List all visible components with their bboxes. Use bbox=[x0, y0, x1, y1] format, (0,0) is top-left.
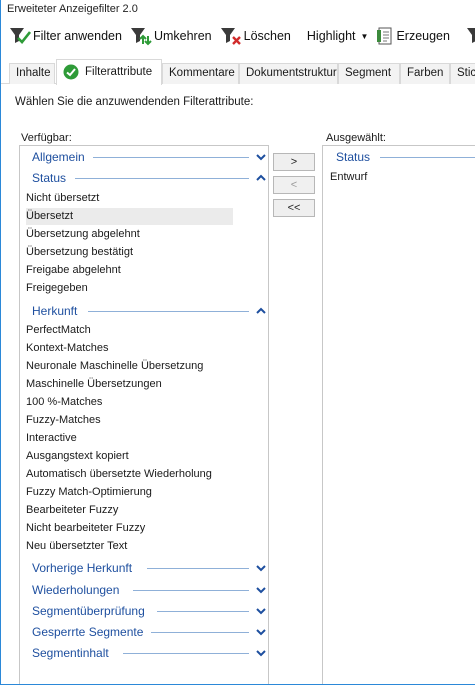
tab-label: Stic bbox=[457, 67, 475, 79]
list-item[interactable]: Fuzzy-Matches bbox=[26, 412, 101, 429]
group-label: Segmentinhalt bbox=[32, 646, 109, 660]
list-item[interactable]: Ausgangstext kopiert bbox=[26, 448, 129, 465]
tab-farben[interactable]: Farben bbox=[400, 63, 450, 84]
filter-invert-icon bbox=[130, 28, 152, 46]
list-item[interactable]: 100 %-Matches bbox=[26, 394, 102, 411]
group-divider bbox=[133, 590, 249, 591]
remove-all-button[interactable]: << bbox=[273, 199, 315, 217]
generate-button[interactable]: Erzeugen bbox=[376, 24, 450, 48]
list-item[interactable]: Neu übersetzter Text bbox=[26, 538, 127, 555]
tab-filterattribute[interactable]: Filterattribute bbox=[56, 59, 162, 85]
group-divider bbox=[93, 157, 249, 158]
list-item[interactable]: Bearbeiteter Fuzzy bbox=[26, 502, 118, 519]
list-item[interactable]: Freigabe abgelehnt bbox=[26, 262, 121, 279]
selected-list[interactable]: Status Entwurf bbox=[322, 145, 475, 684]
group-divider bbox=[123, 653, 249, 654]
group-status[interactable]: Status bbox=[25, 169, 266, 187]
group-gesperrte-segmente[interactable]: Gesperrte Segmente bbox=[25, 623, 266, 641]
invert-button[interactable]: Umkehren bbox=[130, 24, 212, 48]
apply-filter-button[interactable]: Filter anwenden bbox=[9, 24, 122, 48]
clear-label: Löschen bbox=[243, 29, 291, 43]
tab-segment[interactable]: Segment bbox=[338, 63, 400, 84]
tab-label: Kommentare bbox=[169, 67, 235, 79]
save-filter-button[interactable] bbox=[466, 24, 475, 48]
highlight-dropdown[interactable]: Highlight ▼ bbox=[307, 24, 369, 48]
available-label: Verfügbar: bbox=[21, 132, 72, 144]
group-label: Segmentüberprüfung bbox=[32, 604, 145, 618]
chevron-down-icon bbox=[256, 650, 266, 657]
list-item[interactable]: Nicht bearbeiteter Fuzzy bbox=[26, 520, 145, 537]
group-label: Gesperrte Segmente bbox=[32, 625, 144, 639]
add-button[interactable]: > bbox=[273, 153, 315, 171]
tab-inhalte[interactable]: Inhalte bbox=[9, 63, 55, 84]
tab-label: Inhalte bbox=[16, 67, 51, 79]
list-item[interactable]: Neuronale Maschinelle Übersetzung bbox=[26, 358, 203, 375]
tab-label: Segment bbox=[345, 67, 392, 79]
list-item[interactable]: Kontext-Matches bbox=[26, 340, 109, 357]
tab-label: Filterattribute bbox=[85, 66, 153, 78]
list-item[interactable]: Fuzzy Match-Optimierung bbox=[26, 484, 152, 501]
group-segmentinhalt[interactable]: Segmentinhalt bbox=[25, 644, 266, 662]
chevron-up-icon bbox=[256, 307, 266, 314]
group-herkunft[interactable]: Herkunft bbox=[25, 302, 266, 320]
check-circle-icon bbox=[63, 64, 79, 80]
list-item[interactable]: Freigegeben bbox=[26, 280, 88, 297]
list-item[interactable]: Übersetzung abgelehnt bbox=[26, 226, 140, 243]
list-item[interactable]: Nicht übersetzt bbox=[26, 190, 99, 207]
tab-bar: Inhalte Filterattribute Kommentare Dokum… bbox=[1, 59, 475, 85]
group-divider bbox=[151, 632, 249, 633]
list-item[interactable]: Automatisch übersetzte Wiederholung bbox=[26, 466, 212, 483]
tab-dokumentstruktur[interactable]: Dokumentstruktur bbox=[239, 63, 338, 84]
list-item[interactable]: Übersetzung bestätigt bbox=[26, 244, 133, 261]
tab-kommentare[interactable]: Kommentare bbox=[162, 63, 239, 84]
group-label: Wiederholungen bbox=[32, 583, 120, 597]
chevron-down-icon bbox=[256, 565, 266, 572]
group-label: Herkunft bbox=[32, 304, 78, 318]
group-label: Status bbox=[336, 150, 371, 164]
chevron-up-icon bbox=[256, 174, 266, 181]
group-wiederholungen[interactable]: Wiederholungen bbox=[25, 581, 266, 599]
filter-save-icon bbox=[466, 28, 475, 43]
list-item[interactable]: Übersetzt bbox=[26, 208, 233, 225]
filter-check-icon bbox=[10, 28, 31, 44]
list-item[interactable]: Maschinelle Übersetzungen bbox=[26, 376, 162, 393]
group-allgemein[interactable]: Allgemein bbox=[25, 148, 266, 166]
window-title: Erweiteter Anzeigefilter 2.0 bbox=[1, 0, 475, 20]
toolbar: Filter anwenden Umkehren Löschen Highlig… bbox=[1, 21, 475, 51]
group-divider bbox=[88, 311, 249, 312]
highlight-label: Highlight bbox=[306, 29, 356, 43]
clear-button[interactable]: Löschen bbox=[220, 24, 291, 48]
group-segmentueberpruefung[interactable]: Segmentüberprüfung bbox=[25, 602, 266, 620]
chevron-down-icon bbox=[256, 154, 266, 161]
list-item[interactable]: Entwurf bbox=[330, 169, 367, 186]
instruction-text: Wählen Sie die anzuwendenden Filterattri… bbox=[15, 96, 254, 108]
tab-label: Dokumentstruktur bbox=[246, 67, 337, 79]
group-label: Vorherige Herkunft bbox=[32, 561, 133, 575]
tab-stichwoerter[interactable]: Stic bbox=[450, 63, 475, 84]
filter-window: Erweiteter Anzeigefilter 2.0 Filter anwe… bbox=[0, 0, 475, 685]
tab-label: Farben bbox=[407, 67, 444, 79]
apply-filter-label: Filter anwenden bbox=[33, 29, 122, 43]
group-label: Allgemein bbox=[32, 150, 85, 164]
filter-clear-icon bbox=[220, 28, 241, 45]
group-divider bbox=[380, 157, 475, 158]
remove-button[interactable]: < bbox=[273, 176, 315, 194]
chevron-down-icon bbox=[256, 629, 266, 636]
group-label: Status bbox=[32, 171, 67, 185]
available-list[interactable]: Allgemein Status Nicht übersetzt Überset… bbox=[19, 145, 269, 684]
list-item[interactable]: PerfectMatch bbox=[26, 322, 91, 339]
selected-group-status[interactable]: Status bbox=[328, 148, 475, 166]
group-vorherige-herkunft[interactable]: Vorherige Herkunft bbox=[25, 559, 266, 577]
invert-label: Umkehren bbox=[153, 29, 212, 43]
group-divider bbox=[147, 568, 249, 569]
generate-label: Erzeugen bbox=[396, 29, 450, 43]
group-divider bbox=[75, 178, 249, 179]
document-icon bbox=[377, 27, 392, 45]
caret-down-icon: ▼ bbox=[360, 31, 369, 41]
selected-label: Ausgewählt: bbox=[326, 132, 386, 144]
chevron-down-icon bbox=[256, 587, 266, 594]
list-item[interactable]: Interactive bbox=[26, 430, 77, 447]
chevron-down-icon bbox=[256, 608, 266, 615]
group-divider bbox=[157, 611, 249, 612]
